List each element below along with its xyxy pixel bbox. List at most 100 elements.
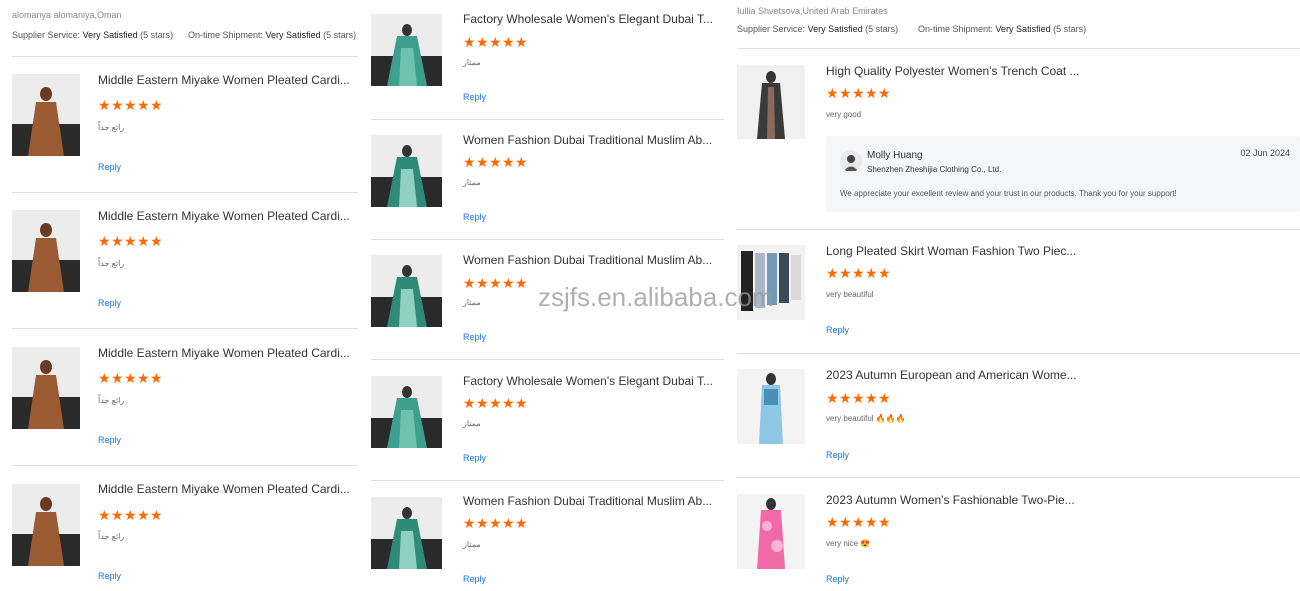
review-comment: very nice 😍 [826,539,871,548]
star-icon: ★ [515,34,529,50]
star-icon: ★ [502,515,516,531]
product-title[interactable]: Women Fashion Dubai Traditional Muslim A… [463,494,712,508]
product-thumbnail[interactable] [737,369,805,444]
star-icon: ★ [111,507,125,523]
star-icon: ★ [489,34,503,50]
reply-link[interactable]: Reply [98,435,121,445]
product-title[interactable]: Factory Wholesale Women's Elegant Dubai … [463,12,713,26]
reply-link[interactable]: Reply [463,212,486,222]
product-title[interactable]: Women Fashion Dubai Traditional Muslim A… [463,253,712,267]
divider [737,353,1300,354]
review-comment: رائع جداً [98,396,125,405]
review-comment: ممتاز [463,178,481,187]
supplier-reply: Molly Huang Shenzhen Zheshijia Clothing … [826,136,1300,212]
reply-link[interactable]: Reply [98,162,121,172]
star-icon: ★ [865,265,879,281]
star-icon: ★ [463,154,477,170]
reply-link[interactable]: Reply [463,332,486,342]
product-thumbnail[interactable] [737,494,805,569]
product-title[interactable]: 2023 Autumn Women's Fashionable Two-Pie.… [826,493,1075,507]
reply-link[interactable]: Reply [826,450,849,460]
star-icon: ★ [476,515,490,531]
review-column-1: alomanya alomaniya,Oman Supplier Service… [12,0,358,591]
reply-link[interactable]: Reply [98,571,121,581]
shipment-rating: On-time Shipment: Very Satisfied (5 star… [918,24,1086,34]
supplier-service-label: Supplier Service: [737,24,806,34]
star-icon: ★ [515,154,529,170]
star-icon: ★ [137,233,151,249]
star-icon: ★ [111,370,125,386]
supplier-service-rating: Supplier Service: Very Satisfied (5 star… [737,24,898,34]
supplier-service-stars: (5 stars) [140,30,174,40]
star-rating: ★★★★★ [826,391,891,405]
divider [737,48,1300,49]
product-title[interactable]: Middle Eastern Miyake Women Pleated Card… [98,73,350,87]
shipment-value: Very Satisfied [265,30,321,40]
product-title[interactable]: 2023 Autumn European and American Wome..… [826,368,1077,382]
product-thumbnail[interactable] [12,484,80,566]
supplier-service-value: Very Satisfied [82,30,138,40]
star-icon: ★ [826,514,840,530]
review-comment: ممتاز [463,419,481,428]
star-rating: ★★★★★ [826,266,891,280]
review-comment: ممتاز [463,540,481,549]
product-title[interactable]: Middle Eastern Miyake Women Pleated Card… [98,482,350,496]
shipment-stars: (5 stars) [1053,24,1087,34]
product-thumbnail[interactable] [12,347,80,429]
product-title[interactable]: Middle Eastern Miyake Women Pleated Card… [98,209,350,223]
product-thumbnail[interactable] [737,65,805,139]
star-icon: ★ [124,507,138,523]
product-title[interactable]: Factory Wholesale Women's Elegant Dubai … [463,374,713,388]
reply-link[interactable]: Reply [98,298,121,308]
product-thumbnail[interactable] [371,135,442,207]
shipment-label: On-time Shipment: [918,24,994,34]
star-icon: ★ [489,395,503,411]
star-icon: ★ [489,275,503,291]
star-icon: ★ [150,507,164,523]
divider [12,192,358,193]
star-rating: ★★★★★ [98,98,163,112]
star-icon: ★ [124,233,138,249]
reply-link[interactable]: Reply [463,92,486,102]
product-thumbnail[interactable] [12,210,80,292]
star-icon: ★ [98,233,112,249]
divider [737,229,1300,230]
supplier-rep-name: Molly Huang [867,150,923,161]
star-icon: ★ [852,390,866,406]
review-comment: ممتاز [463,58,481,67]
product-thumbnail[interactable] [371,14,442,86]
divider [371,239,724,240]
supplier-service-stars: (5 stars) [865,24,899,34]
star-icon: ★ [476,395,490,411]
star-rating: ★★★★★ [463,516,528,530]
star-icon: ★ [852,265,866,281]
star-icon: ★ [124,97,138,113]
divider [12,328,358,329]
star-icon: ★ [137,507,151,523]
product-thumbnail[interactable] [371,497,442,569]
review-comment: رائع جداً [98,123,125,132]
reply-link[interactable]: Reply [463,574,486,584]
star-icon: ★ [839,85,853,101]
review-comment: very good [826,110,862,119]
watermark: zsjfs.en.alibaba.com [538,282,774,312]
star-icon: ★ [502,275,516,291]
product-title[interactable]: High Quality Polyester Women's Trench Co… [826,64,1080,78]
star-icon: ★ [502,154,516,170]
reply-link[interactable]: Reply [826,325,849,335]
product-thumbnail[interactable] [12,74,80,156]
product-thumbnail[interactable] [371,376,442,448]
reply-link[interactable]: Reply [826,574,849,584]
star-icon: ★ [878,85,892,101]
review-comment: very beautiful 🔥🔥🔥 [826,414,906,423]
product-title[interactable]: Middle Eastern Miyake Women Pleated Card… [98,346,350,360]
star-icon: ★ [98,370,112,386]
product-thumbnail[interactable] [371,255,442,327]
star-icon: ★ [489,154,503,170]
product-title[interactable]: Women Fashion Dubai Traditional Muslim A… [463,133,712,147]
star-icon: ★ [463,275,477,291]
star-rating: ★★★★★ [98,508,163,522]
supplier-company: Shenzhen Zheshijia Clothing Co., Ltd. [867,165,1002,174]
product-title[interactable]: Long Pleated Skirt Woman Fashion Two Pie… [826,244,1076,258]
reply-link[interactable]: Reply [463,453,486,463]
